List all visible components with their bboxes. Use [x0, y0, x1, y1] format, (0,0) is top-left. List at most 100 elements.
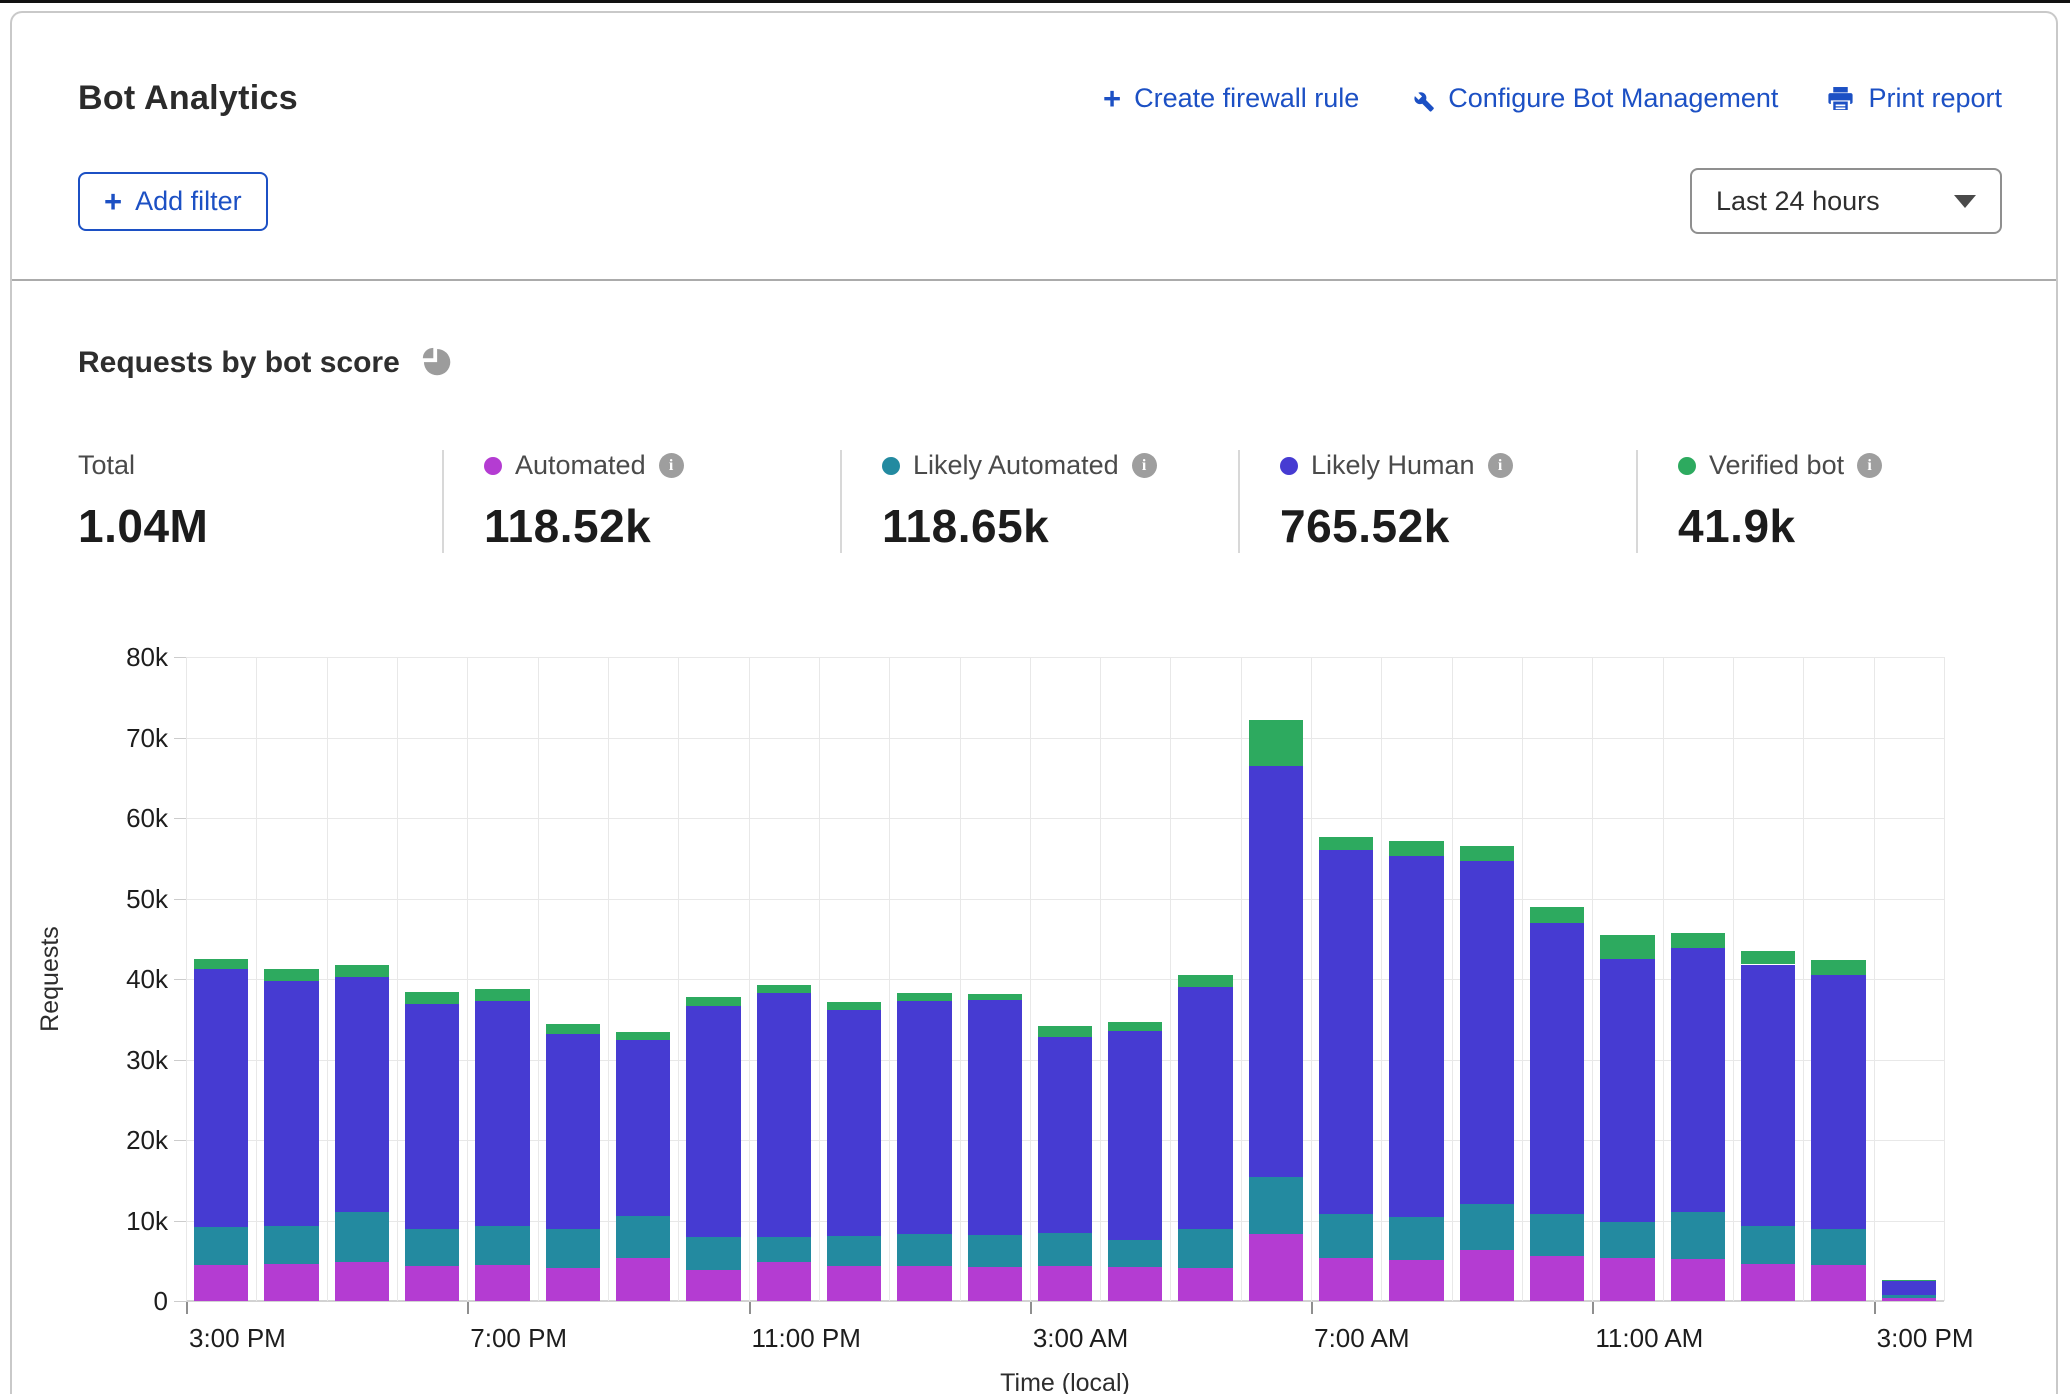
- bar-segment-automated[interactable]: [475, 1265, 529, 1301]
- bar-segment-likely-human[interactable]: [968, 1000, 1022, 1235]
- bar-segment-verified-bot[interactable]: [1178, 975, 1232, 987]
- bar-segment-verified-bot[interactable]: [1741, 951, 1795, 965]
- info-icon[interactable]: i: [1857, 453, 1882, 478]
- bar-segment-likely-automated[interactable]: [1178, 1229, 1232, 1268]
- bar-segment-likely-human[interactable]: [335, 977, 389, 1212]
- bar-segment-automated[interactable]: [1460, 1250, 1514, 1301]
- bar-segment-automated[interactable]: [1600, 1258, 1654, 1301]
- bar-segment-verified-bot[interactable]: [1600, 935, 1654, 959]
- create-firewall-rule-link[interactable]: + Create firewall rule: [1103, 83, 1359, 114]
- info-icon[interactable]: i: [659, 453, 684, 478]
- bar-segment-likely-automated[interactable]: [757, 1237, 811, 1262]
- bar-segment-likely-human[interactable]: [1038, 1037, 1092, 1233]
- bar-segment-likely-human[interactable]: [1249, 766, 1303, 1177]
- bar-segment-automated[interactable]: [1108, 1267, 1162, 1301]
- bar-segment-automated[interactable]: [194, 1265, 248, 1301]
- bar-segment-verified-bot[interactable]: [1460, 846, 1514, 861]
- bar-segment-verified-bot[interactable]: [1108, 1022, 1162, 1030]
- bar-segment-likely-automated[interactable]: [897, 1234, 951, 1266]
- bar-segment-automated[interactable]: [405, 1266, 459, 1301]
- bar-segment-likely-human[interactable]: [686, 1006, 740, 1237]
- bar-segment-verified-bot[interactable]: [968, 994, 1022, 1000]
- bar-segment-verified-bot[interactable]: [686, 997, 740, 1007]
- bar-segment-likely-automated[interactable]: [1671, 1212, 1725, 1259]
- bar-segment-automated[interactable]: [827, 1266, 881, 1301]
- time-range-select[interactable]: Last 24 hours: [1690, 168, 2002, 234]
- bar-segment-likely-automated[interactable]: [1530, 1214, 1584, 1256]
- bar-segment-likely-automated[interactable]: [686, 1237, 740, 1269]
- bar-segment-likely-automated[interactable]: [264, 1226, 318, 1264]
- bar-segment-likely-automated[interactable]: [1811, 1229, 1865, 1265]
- bar-segment-likely-automated[interactable]: [546, 1229, 600, 1268]
- bar-segment-verified-bot[interactable]: [897, 993, 951, 1000]
- bar-segment-likely-automated[interactable]: [616, 1216, 670, 1259]
- bar-segment-verified-bot[interactable]: [757, 985, 811, 992]
- bar-segment-likely-automated[interactable]: [1038, 1233, 1092, 1267]
- bar-segment-automated[interactable]: [1741, 1264, 1795, 1301]
- bar-segment-automated[interactable]: [1178, 1268, 1232, 1301]
- bar-segment-automated[interactable]: [757, 1262, 811, 1301]
- bar-segment-likely-automated[interactable]: [1600, 1222, 1654, 1257]
- bar-segment-likely-automated[interactable]: [475, 1226, 529, 1265]
- bar-segment-likely-human[interactable]: [1530, 923, 1584, 1214]
- bar-segment-automated[interactable]: [897, 1266, 951, 1301]
- bar-segment-verified-bot[interactable]: [827, 1002, 881, 1011]
- bar-segment-likely-human[interactable]: [616, 1040, 670, 1215]
- bar-segment-likely-human[interactable]: [1882, 1281, 1936, 1295]
- bar-segment-likely-automated[interactable]: [1319, 1214, 1373, 1258]
- bar-segment-automated[interactable]: [1038, 1266, 1092, 1301]
- bar-segment-likely-automated[interactable]: [1108, 1240, 1162, 1267]
- bar-segment-likely-automated[interactable]: [1389, 1217, 1443, 1260]
- bar-segment-likely-human[interactable]: [475, 1001, 529, 1226]
- bar-segment-likely-automated[interactable]: [1460, 1204, 1514, 1251]
- bar-segment-likely-automated[interactable]: [968, 1235, 1022, 1267]
- bar-segment-likely-human[interactable]: [1178, 987, 1232, 1229]
- bar-segment-automated[interactable]: [616, 1258, 670, 1301]
- bar-segment-automated[interactable]: [1249, 1234, 1303, 1301]
- bar-segment-likely-automated[interactable]: [194, 1227, 248, 1265]
- bar-segment-verified-bot[interactable]: [1389, 841, 1443, 856]
- bar-segment-likely-automated[interactable]: [1741, 1226, 1795, 1264]
- bar-segment-verified-bot[interactable]: [405, 992, 459, 1004]
- bar-segment-verified-bot[interactable]: [546, 1024, 600, 1034]
- bar-segment-likely-human[interactable]: [1600, 959, 1654, 1222]
- bar-segment-likely-human[interactable]: [1741, 965, 1795, 1227]
- bar-segment-verified-bot[interactable]: [1038, 1026, 1092, 1036]
- bar-segment-likely-human[interactable]: [1108, 1031, 1162, 1240]
- bar-segment-likely-human[interactable]: [546, 1034, 600, 1229]
- bar-segment-automated[interactable]: [1389, 1260, 1443, 1301]
- add-filter-button[interactable]: + Add filter: [78, 172, 268, 231]
- bar-segment-likely-human[interactable]: [1671, 948, 1725, 1212]
- bar-segment-automated[interactable]: [1530, 1256, 1584, 1301]
- bar-segment-likely-human[interactable]: [194, 969, 248, 1227]
- bar-segment-verified-bot[interactable]: [1530, 907, 1584, 922]
- bar-segment-likely-human[interactable]: [264, 981, 318, 1227]
- info-icon[interactable]: i: [1488, 453, 1513, 478]
- bar-segment-automated[interactable]: [1882, 1298, 1936, 1301]
- bar-segment-likely-automated[interactable]: [827, 1236, 881, 1266]
- bar-segment-verified-bot[interactable]: [194, 959, 248, 969]
- bar-segment-likely-human[interactable]: [1389, 856, 1443, 1217]
- bar-segment-likely-human[interactable]: [1319, 850, 1373, 1214]
- bar-segment-verified-bot[interactable]: [1249, 720, 1303, 766]
- bar-segment-likely-human[interactable]: [827, 1010, 881, 1235]
- bar-segment-automated[interactable]: [1319, 1258, 1373, 1301]
- bar-segment-automated[interactable]: [1671, 1259, 1725, 1301]
- bar-segment-likely-human[interactable]: [1811, 975, 1865, 1229]
- bar-segment-verified-bot[interactable]: [1811, 960, 1865, 975]
- bar-segment-likely-automated[interactable]: [1882, 1295, 1936, 1297]
- bar-segment-likely-human[interactable]: [897, 1001, 951, 1234]
- bar-segment-likely-automated[interactable]: [1249, 1177, 1303, 1234]
- bar-segment-likely-automated[interactable]: [335, 1212, 389, 1261]
- bar-segment-likely-automated[interactable]: [405, 1229, 459, 1266]
- bar-segment-automated[interactable]: [335, 1262, 389, 1301]
- bar-segment-likely-human[interactable]: [1460, 861, 1514, 1203]
- print-report-link[interactable]: Print report: [1826, 83, 2002, 114]
- configure-bot-management-link[interactable]: Configure Bot Management: [1407, 83, 1778, 114]
- bar-segment-verified-bot[interactable]: [616, 1032, 670, 1040]
- bar-segment-likely-human[interactable]: [757, 993, 811, 1237]
- bar-segment-verified-bot[interactable]: [475, 989, 529, 1001]
- bar-segment-automated[interactable]: [1811, 1265, 1865, 1301]
- bar-segment-verified-bot[interactable]: [1671, 933, 1725, 948]
- bar-segment-likely-human[interactable]: [405, 1004, 459, 1229]
